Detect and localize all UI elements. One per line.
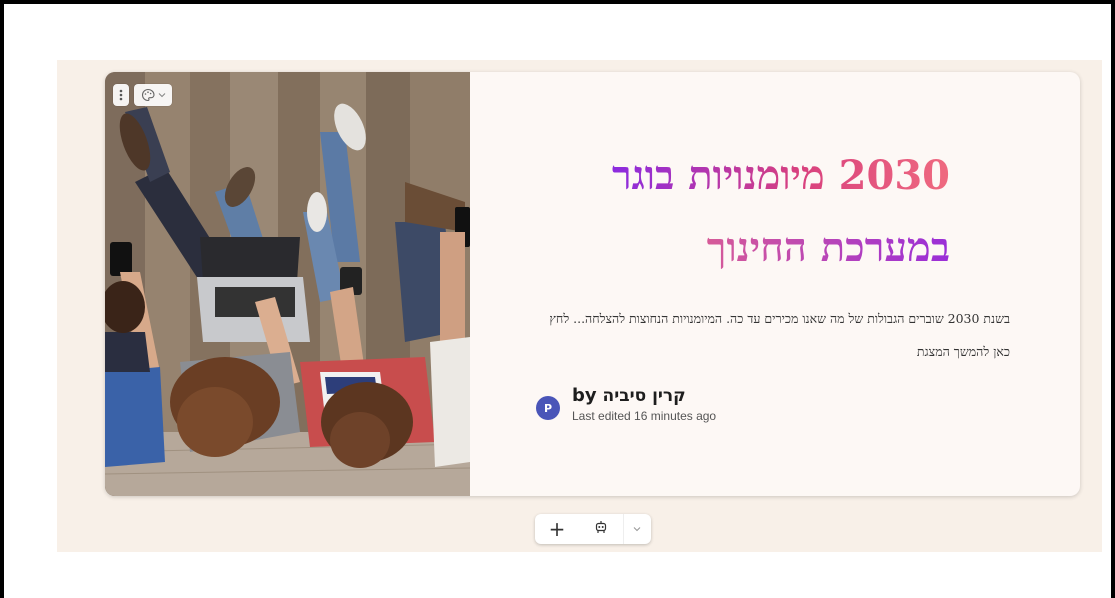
card-title-line-1[interactable]: 2030 מיומנויות בוגר: [612, 140, 950, 212]
add-card-button[interactable]: +: [535, 514, 579, 544]
card-content: 2030 מיומנויות בוגר במערכת החינוך בשנת 2…: [470, 72, 1080, 496]
by-label: by: [572, 385, 597, 406]
author-byline: by קרין סיביה: [572, 385, 716, 407]
chevron-down-icon: [633, 524, 641, 535]
editor-canvas: 2030 מיומנויות בוגר במערכת החינוך בשנת 2…: [57, 60, 1102, 552]
card-title-line-2[interactable]: במערכת החינוך: [707, 212, 950, 284]
image-style-button[interactable]: [134, 84, 172, 106]
palette-icon: [141, 88, 155, 102]
title-card[interactable]: 2030 מיומנויות בוגר במערכת החינוך בשנת 2…: [105, 72, 1080, 496]
teens-with-devices-image: [105, 72, 470, 496]
card-photo[interactable]: [105, 72, 470, 496]
plus-icon: +: [548, 517, 566, 541]
chevron-down-icon: [158, 92, 166, 98]
add-card-toolbar: +: [535, 514, 651, 544]
author-name: קרין סיביה: [602, 386, 686, 406]
author-block: P by קרין סיביה Last edited 16 minutes a…: [536, 386, 716, 424]
add-card-options-button[interactable]: [623, 514, 650, 544]
vertical-dots-icon[interactable]: [113, 84, 129, 106]
last-edited-text: Last edited 16 minutes ago: [572, 409, 717, 423]
author-avatar[interactable]: P: [536, 396, 560, 420]
ai-generate-button[interactable]: [579, 514, 623, 544]
card-title[interactable]: 2030 מיומנויות בוגר במערכת החינוך: [612, 140, 950, 284]
card-description[interactable]: בשנת 2030 שוברים הגבולות של מה שאנו מכיר…: [530, 302, 1010, 368]
author-info: by קרין סיביה Last edited 16 minutes ago: [572, 386, 716, 424]
robot-icon: [593, 519, 609, 539]
image-toolbar: [113, 84, 172, 106]
screenshot-frame-right: [1111, 0, 1115, 598]
